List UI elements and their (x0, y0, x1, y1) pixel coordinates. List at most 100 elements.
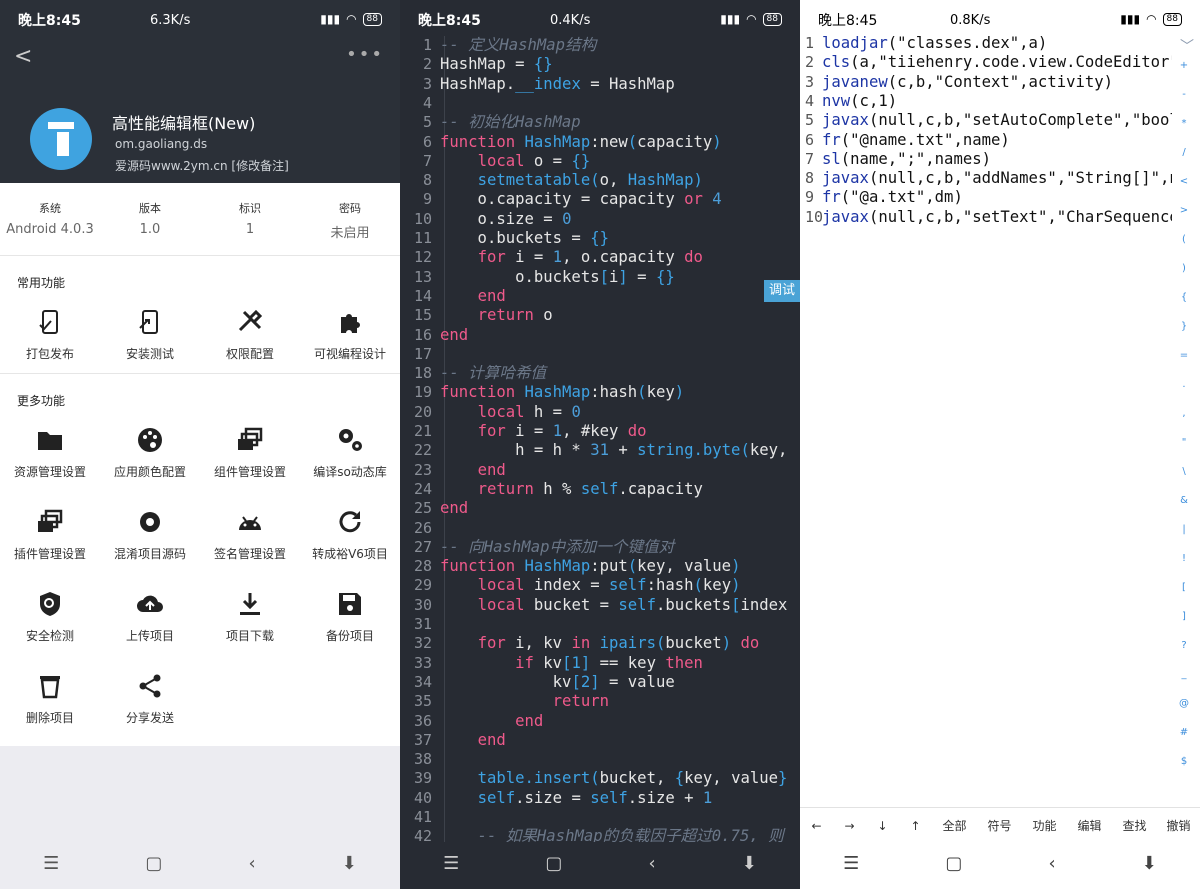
function-item[interactable]: 混淆项目源码 (100, 507, 200, 562)
back-nav-icon[interactable]: ‹ (248, 853, 255, 874)
code-area[interactable]: 1 -- 定义HashMap结构 2 HashMap = {} 3 HashMap.__i… (400, 36, 800, 842)
symbol-key[interactable]: & (1174, 495, 1194, 506)
symbol-key[interactable]: ! (1174, 553, 1194, 564)
toolbar-button[interactable]: 编辑 (1067, 817, 1112, 834)
toolbar-button[interactable]: ← (800, 819, 833, 833)
symbol-key[interactable]: - (1174, 89, 1194, 100)
status-icons: ▮▮▮ ◠ 88 (720, 12, 782, 26)
code-line: 8 setmetatable(o, HashMap) (400, 171, 800, 190)
app-note[interactable]: 爱源码www.2ym.cn [修改备注] (115, 157, 289, 174)
symbol-key[interactable]: # (1174, 727, 1194, 738)
function-item[interactable]: 备份项目 (300, 589, 400, 644)
status-time: 晚上8:45 (818, 13, 878, 29)
toolbar-button[interactable]: 查找 (1112, 817, 1157, 834)
symbol-key[interactable]: { (1174, 292, 1194, 303)
symbol-key[interactable]: | (1174, 524, 1194, 535)
function-item-label: 安全检测 (25, 629, 74, 643)
symbol-key[interactable]: , (1174, 408, 1194, 419)
function-item[interactable]: 签名管理设置 (200, 507, 300, 562)
symbol-key[interactable]: $ (1174, 756, 1194, 767)
symbol-key[interactable]: ? (1174, 640, 1194, 651)
toolbar-button[interactable]: 符号 (977, 817, 1022, 834)
symbol-key[interactable]: } (1174, 321, 1194, 332)
info-password: 密码 未启用 (330, 202, 370, 241)
line-number: 39 (413, 769, 432, 788)
puzzle-icon (341, 314, 360, 333)
status-net-speed: 0.8K/s (950, 13, 991, 28)
line-number: 2 (805, 53, 815, 72)
symbol-key[interactable]: ) (1174, 263, 1194, 274)
line-number: 40 (413, 788, 432, 807)
function-item[interactable]: 组件管理设置 (200, 425, 300, 480)
symbol-key[interactable]: ] (1174, 611, 1194, 622)
function-item[interactable]: 插件管理设置 (0, 507, 100, 562)
toolbar-button[interactable]: ↓ (866, 819, 899, 833)
code-line: 28 function HashMap:put(key, value) (400, 557, 800, 576)
symbol-key[interactable]: [ (1174, 582, 1194, 593)
symbol-key[interactable]: ( (1174, 234, 1194, 245)
battery-icon: 88 (1162, 12, 1182, 26)
symbol-key[interactable]: @ (1174, 698, 1194, 709)
code-line: 27 -- 向HashMap中添加一个键值对 (400, 538, 800, 557)
code-line: 33 if kv[1] == key then (400, 654, 800, 673)
function-item[interactable]: 打包发布 (0, 307, 100, 362)
toolbar-button[interactable]: ↑ (899, 819, 932, 833)
app-package: om.gaoliang.ds (115, 137, 208, 151)
line-number: 7 (805, 149, 815, 168)
wifi-icon: ◠ (1146, 12, 1157, 26)
function-item[interactable]: 安全检测 (0, 589, 100, 644)
toolbar-button[interactable]: 功能 (1022, 817, 1067, 834)
symbol-key[interactable]: / (1174, 147, 1194, 158)
function-item[interactable]: 上传项目 (100, 589, 200, 644)
save-icon (339, 593, 361, 615)
menu-icon[interactable]: ☰ (443, 853, 459, 874)
function-item[interactable]: 编译so动态库 (300, 425, 400, 480)
symbol-sidebar: + - * / < > () {} =., " \ & |! []? _ @ # $ (1174, 60, 1200, 805)
wifi-icon: ◠ (346, 12, 357, 26)
symbol-key[interactable]: < (1174, 176, 1194, 187)
function-item[interactable]: 安装测试 (100, 307, 200, 362)
menu-icon[interactable]: ☰ (843, 853, 859, 874)
function-item[interactable]: 分享发送 (100, 671, 200, 726)
folder-icon (38, 432, 62, 450)
more-icon[interactable]: ••• (346, 44, 384, 65)
back-icon[interactable]: < (14, 44, 32, 69)
function-item[interactable]: 资源管理设置 (0, 425, 100, 480)
debug-button[interactable]: 调试 (764, 280, 800, 302)
home-icon[interactable]: ▢ (545, 853, 562, 874)
line-number: 32 (413, 634, 432, 653)
home-icon[interactable]: ▢ (145, 853, 162, 874)
function-item[interactable]: 可视编程设计 (300, 307, 400, 362)
back-nav-icon[interactable]: ‹ (1048, 853, 1055, 874)
assist-icon[interactable]: ⬇ (1142, 853, 1157, 874)
symbol-key[interactable]: . (1174, 379, 1194, 390)
function-item[interactable]: 删除项目 (0, 671, 100, 726)
symbol-key[interactable]: _ (1174, 669, 1194, 680)
project-info-row: 系统 Android 4.0.3 版本 1.0 标识 1 密码 未启用 (0, 200, 400, 241)
home-icon[interactable]: ▢ (945, 853, 962, 874)
back-nav-icon[interactable]: ‹ (648, 853, 655, 874)
toolbar-button[interactable]: 全部 (932, 817, 977, 834)
function-item[interactable]: 权限配置 (200, 307, 300, 362)
function-item-label: 资源管理设置 (13, 465, 86, 479)
project-header: 晚上8:45 6.3K/s ▮▮▮ ◠ 88 < ••• 高性能编辑框(New)… (0, 0, 400, 183)
assist-icon[interactable]: ⬇ (742, 853, 757, 874)
code-line: 19 function HashMap:hash(key) (400, 383, 800, 402)
symbol-key[interactable]: \ (1174, 466, 1194, 477)
symbol-key[interactable]: > (1174, 205, 1194, 216)
project-panel: 晚上8:45 6.3K/s ▮▮▮ ◠ 88 < ••• 高性能编辑框(New)… (0, 0, 400, 889)
symbol-key[interactable]: + (1174, 60, 1194, 71)
toolbar-button[interactable]: 撤销 (1157, 817, 1200, 834)
menu-icon[interactable]: ☰ (43, 853, 59, 874)
function-item[interactable]: 转成裕V6项目 (300, 507, 400, 562)
toolbar-button[interactable]: → (833, 819, 866, 833)
symbol-key[interactable]: " (1174, 437, 1194, 448)
function-item[interactable]: 项目下载 (200, 589, 300, 644)
collapse-icon[interactable]: ﹀ (1180, 36, 1194, 56)
symbol-key[interactable]: = (1174, 350, 1194, 361)
line-number: 4 (805, 91, 815, 110)
assist-icon[interactable]: ⬇ (342, 853, 357, 874)
symbol-key[interactable]: * (1174, 118, 1194, 129)
line-number: 30 (413, 595, 432, 614)
function-item[interactable]: 应用颜色配置 (100, 425, 200, 480)
